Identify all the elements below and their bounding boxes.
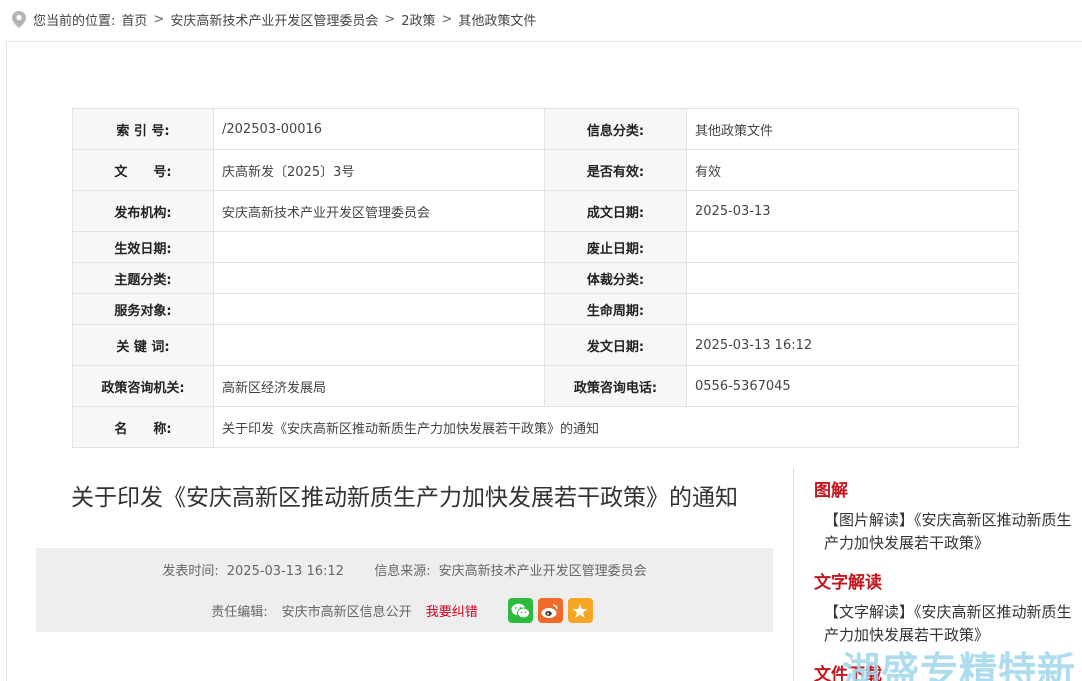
info-value: 安庆高新技术产业开发区管理委员会	[213, 190, 545, 232]
breadcrumb-org-link[interactable]: 安庆高新技术产业开发区管理委员会	[170, 10, 378, 29]
info-value: 2025-03-13	[686, 190, 1019, 232]
meta-editor-line: 责任编辑: 安庆市高新区信息公开 我要纠错	[36, 598, 773, 623]
breadcrumb-home-link[interactable]: 首页	[121, 10, 147, 29]
info-value	[213, 262, 545, 294]
info-value: 高新区经济发展局	[213, 365, 545, 407]
info-key: 成文日期:	[544, 190, 687, 232]
info-key: 关 键 词:	[72, 324, 214, 366]
info-key: 服务对象:	[72, 293, 214, 325]
meta-publish-line: 发表时间: 2025-03-13 16:12 信息来源: 安庆高新技术产业开发区管理…	[36, 560, 773, 579]
editor-value: 安庆市高新区信息公开	[281, 605, 412, 620]
info-key: 索 引 号:	[72, 108, 214, 150]
info-row: 索 引 号: /202503-00016 信息分类: 其他政策文件	[72, 108, 1019, 150]
location-pin-icon	[12, 10, 28, 28]
info-key: 发文日期:	[544, 324, 687, 366]
breadcrumb-separator: >	[384, 11, 396, 27]
info-key: 信息分类:	[544, 108, 687, 150]
info-row: 关 键 词: 发文日期: 2025-03-13 16:12	[72, 324, 1019, 366]
source-value: 安庆高新技术产业开发区管理委员会	[438, 564, 647, 579]
sidebar-heading-text: 文字解读	[814, 573, 882, 593]
info-row: 主题分类: 体裁分类:	[72, 262, 1019, 294]
info-key: 生命周期:	[544, 293, 687, 325]
breadcrumb-prefix: 您当前的位置:	[33, 13, 116, 29]
article-title: 关于印发《安庆高新区推动新质生产力加快发展若干政策》的通知	[71, 485, 738, 511]
article-meta-box: 发表时间: 2025-03-13 16:12 信息来源: 安庆高新技术产业开发区管理…	[36, 548, 773, 632]
info-name-value: 关于印发《安庆高新区推动新质生产力加快发展若干政策》的通知	[213, 406, 1019, 448]
info-row: 生效日期: 废止日期:	[72, 231, 1019, 263]
wechat-icon[interactable]	[507, 598, 533, 623]
info-row: 政策咨询机关: 高新区经济发展局 政策咨询电话: 0556-5367045	[72, 365, 1019, 407]
breadcrumb-category-link[interactable]: 其他政策文件	[458, 10, 536, 29]
sidebar-link-graphic-interpretation[interactable]: 【图片解读】《安庆高新区推动新质生产力加快发展若干政策》	[824, 509, 1072, 555]
info-key: 文 号:	[72, 149, 214, 191]
info-key: 政策咨询机关:	[72, 365, 214, 407]
info-row: 发布机构: 安庆高新技术产业开发区管理委员会 成文日期: 2025-03-13	[72, 190, 1019, 232]
info-value: 其他政策文件	[686, 108, 1019, 150]
info-key: 生效日期:	[72, 231, 214, 263]
info-key: 主题分类:	[72, 262, 214, 294]
info-value	[686, 293, 1019, 325]
report-error-link[interactable]: 我要纠错	[426, 601, 478, 620]
info-value: 庆高新发〔2025〕3号	[213, 149, 545, 191]
info-row: 文 号: 庆高新发〔2025〕3号 是否有效: 有效	[72, 149, 1019, 191]
info-key: 是否有效:	[544, 149, 687, 191]
info-key: 发布机构:	[72, 190, 214, 232]
editor-label: 责任编辑:	[211, 605, 268, 620]
publish-time-label: 发表时间:	[162, 564, 219, 579]
publish-time: 2025-03-13 16:12	[226, 564, 344, 579]
info-key: 政策咨询电话:	[544, 365, 687, 407]
info-value: /202503-00016	[213, 108, 545, 150]
info-value	[686, 262, 1019, 294]
info-value	[213, 293, 545, 325]
share-buttons	[507, 598, 598, 623]
weibo-icon[interactable]	[537, 598, 563, 623]
source-label: 信息来源:	[374, 564, 431, 579]
info-value: 2025-03-13 16:12	[686, 324, 1019, 366]
info-row-name: 名 称: 关于印发《安庆高新区推动新质生产力加快发展若干政策》的通知	[72, 406, 1019, 448]
breadcrumb-policy-link[interactable]: 2政策	[401, 10, 435, 29]
info-value	[213, 231, 545, 263]
watermark: 湖盛专精特新	[842, 649, 1077, 681]
info-value	[686, 231, 1019, 263]
favorite-icon[interactable]	[567, 598, 593, 623]
breadcrumb-separator: >	[153, 11, 165, 27]
info-value: 0556-5367045	[686, 365, 1019, 407]
document-info-table: 索 引 号: /202503-00016 信息分类: 其他政策文件 文 号: 庆…	[72, 108, 1019, 448]
info-key: 废止日期:	[544, 231, 687, 263]
info-row: 服务对象: 生命周期:	[72, 293, 1019, 325]
info-value: 有效	[686, 149, 1019, 191]
breadcrumb: 您当前的位置: 首页 > 安庆高新技术产业开发区管理委员会 > 2政策 > 其他…	[12, 8, 536, 30]
info-key: 体裁分类:	[544, 262, 687, 294]
info-key: 名 称:	[72, 406, 214, 448]
breadcrumb-separator: >	[441, 11, 453, 27]
sidebar-heading-graphic: 图解	[814, 481, 848, 501]
info-value	[213, 324, 545, 366]
